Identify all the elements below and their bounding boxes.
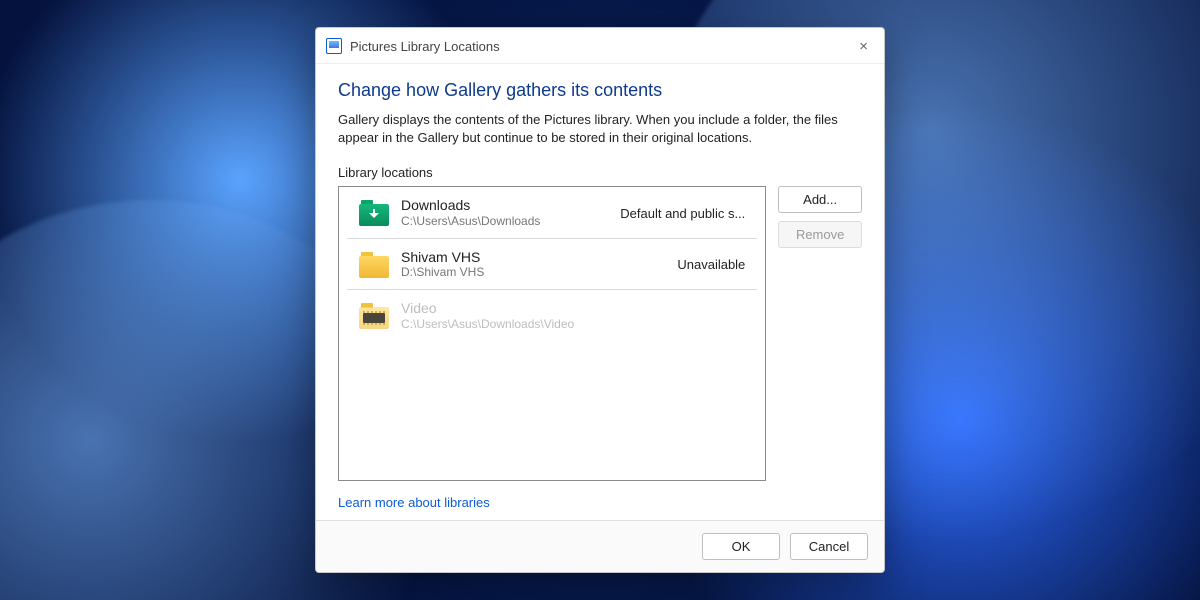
list-item-status: Default and public s... <box>620 206 745 221</box>
download-folder-icon <box>359 200 389 226</box>
pictures-library-locations-dialog: Pictures Library Locations × Change how … <box>315 27 885 573</box>
locations-row: Downloads C:\Users\Asus\Downloads Defaul… <box>338 186 862 481</box>
dialog-footer: OK Cancel <box>316 520 884 572</box>
page-description: Gallery displays the contents of the Pic… <box>338 111 838 147</box>
dialog-body: Change how Gallery gathers its contents … <box>316 64 884 520</box>
list-item-path: C:\Users\Asus\Downloads <box>401 214 608 230</box>
close-icon[interactable]: × <box>853 36 874 57</box>
list-item[interactable]: Video C:\Users\Asus\Downloads\Video <box>347 290 757 340</box>
list-item-text: Video C:\Users\Asus\Downloads\Video <box>401 300 733 332</box>
list-item-path: D:\Shivam VHS <box>401 265 665 281</box>
list-item-name: Downloads <box>401 197 608 214</box>
list-item[interactable]: Downloads C:\Users\Asus\Downloads Defaul… <box>347 187 757 238</box>
ok-button[interactable]: OK <box>702 533 780 560</box>
library-locations-label: Library locations <box>338 165 862 180</box>
list-item-text: Shivam VHS D:\Shivam VHS <box>401 249 665 281</box>
video-folder-icon <box>359 303 389 329</box>
window-title: Pictures Library Locations <box>350 39 853 54</box>
list-item-name: Shivam VHS <box>401 249 665 266</box>
list-item[interactable]: Shivam VHS D:\Shivam VHS Unavailable <box>347 239 757 290</box>
list-item-path: C:\Users\Asus\Downloads\Video <box>401 317 733 333</box>
page-heading: Change how Gallery gathers its contents <box>338 80 862 101</box>
learn-more-link[interactable]: Learn more about libraries <box>338 495 490 510</box>
add-button[interactable]: Add... <box>778 186 862 213</box>
app-icon <box>326 38 342 54</box>
remove-button[interactable]: Remove <box>778 221 862 248</box>
list-item-status: Unavailable <box>677 257 745 272</box>
library-locations-list[interactable]: Downloads C:\Users\Asus\Downloads Defaul… <box>338 186 766 481</box>
cancel-button[interactable]: Cancel <box>790 533 868 560</box>
side-buttons: Add... Remove <box>778 186 862 481</box>
list-item-name: Video <box>401 300 733 317</box>
folder-icon <box>359 252 389 278</box>
titlebar: Pictures Library Locations × <box>316 28 884 64</box>
list-item-text: Downloads C:\Users\Asus\Downloads <box>401 197 608 229</box>
